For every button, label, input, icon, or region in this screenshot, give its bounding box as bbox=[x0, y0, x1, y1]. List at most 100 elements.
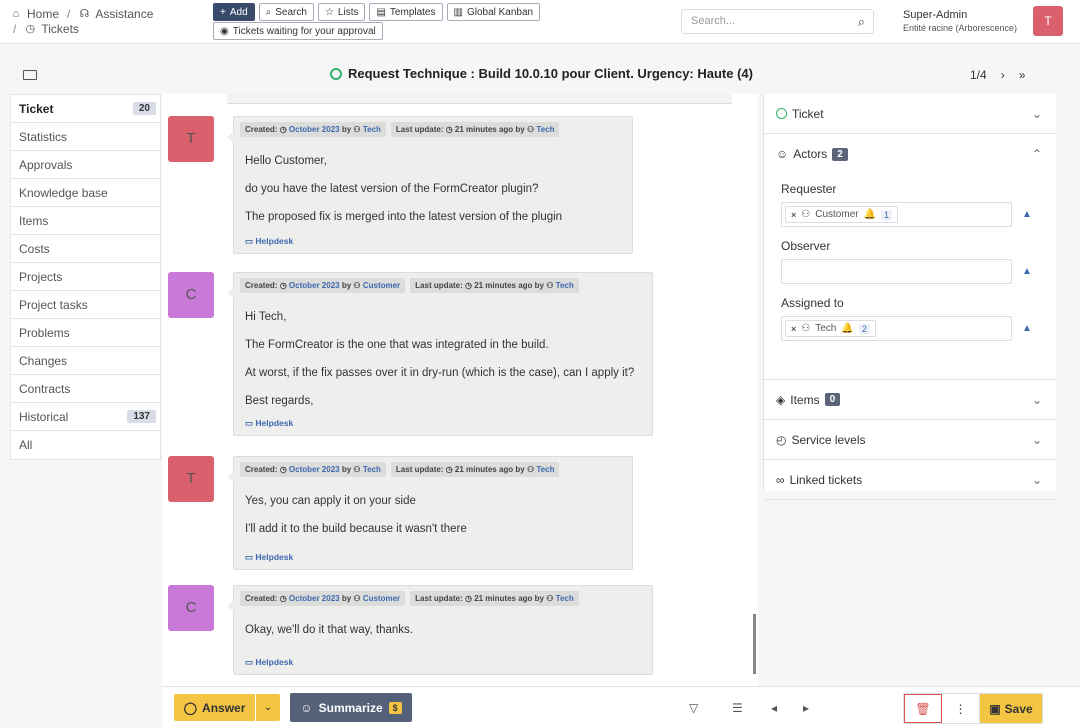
created-label: Created: bbox=[245, 281, 278, 290]
user-avatar[interactable]: T bbox=[1033, 6, 1063, 36]
updater-name[interactable]: Tech bbox=[536, 125, 554, 134]
tab-costs[interactable]: Costs bbox=[11, 235, 160, 263]
pager-position: 1/4 bbox=[970, 68, 987, 82]
bell-icon[interactable]: 🔔 bbox=[841, 323, 853, 334]
accordion-service-levels[interactable]: ◴ Service levels ⌄ bbox=[764, 420, 1056, 460]
assigned-notify-count: 2 bbox=[858, 323, 870, 334]
tab-all[interactable]: All bbox=[11, 431, 160, 459]
timeline-scrollbar[interactable] bbox=[753, 94, 756, 686]
assigned-field[interactable]: × ⚇ Tech 🔔 2 bbox=[781, 316, 1012, 341]
followup-content: Okay, we'll do it that way, thanks. bbox=[234, 606, 652, 644]
request-source-label: Helpdesk bbox=[255, 418, 294, 428]
avatar[interactable]: T bbox=[168, 456, 214, 502]
clock-icon: ◷ bbox=[279, 594, 287, 603]
link-icon: ∞ bbox=[776, 472, 785, 487]
tab-items[interactable]: Items bbox=[11, 207, 160, 235]
by-label: by bbox=[534, 281, 545, 290]
tab-project-tasks[interactable]: Project tasks bbox=[11, 291, 160, 319]
breadcrumb-tickets[interactable]: Tickets bbox=[41, 22, 79, 37]
author-name[interactable]: Customer bbox=[363, 281, 400, 290]
created-tag: Created: ◷ October 2023 by ⚇ Tech bbox=[240, 122, 386, 137]
accordion-items[interactable]: ◈ Items 0 ⌄ bbox=[764, 380, 1056, 420]
template-icon: ▤ bbox=[376, 6, 386, 18]
avatar[interactable]: T bbox=[168, 116, 214, 162]
author-name[interactable]: Customer bbox=[363, 594, 400, 603]
save-button[interactable]: ▣ Save bbox=[980, 694, 1042, 723]
more-actions-button[interactable]: ⋮ bbox=[942, 694, 980, 723]
assign-myself-icon[interactable]: ▲ bbox=[1022, 266, 1032, 277]
followup-bubble[interactable]: Created: ◷ October 2023 by ⚇ Tech Last up… bbox=[227, 116, 633, 254]
last-update-time: 21 minutes ago bbox=[454, 125, 514, 134]
tab-approvals[interactable]: Approvals bbox=[11, 151, 160, 179]
followup-line: I'll add it to the build because it wasn… bbox=[245, 523, 467, 535]
kanban-button[interactable]: ▥ Global Kanban bbox=[446, 3, 541, 21]
user-info[interactable]: Super-Admin Entité racine (Arborescence) bbox=[903, 9, 1017, 35]
breadcrumb-assistance[interactable]: Assistance bbox=[95, 7, 153, 22]
author-name[interactable]: Tech bbox=[363, 465, 381, 474]
assign-myself-icon[interactable]: ▲ bbox=[1022, 209, 1032, 220]
accordion-actors[interactable]: ☺ Actors 2 ⌃ bbox=[764, 134, 1056, 174]
lists-button[interactable]: ☆ Lists bbox=[317, 3, 366, 21]
observer-field[interactable] bbox=[781, 259, 1012, 284]
ticket-timeline: T Created: ◷ October 2023 by ⚇ Tech Last u… bbox=[162, 94, 758, 686]
tab-changes[interactable]: Changes bbox=[11, 347, 160, 375]
collapse-menu-icon[interactable] bbox=[23, 70, 37, 80]
templates-label: Templates bbox=[389, 6, 436, 18]
add-button[interactable]: + Add bbox=[213, 3, 255, 21]
last-update-label: Last update: bbox=[415, 281, 463, 290]
answer-label: Answer bbox=[202, 700, 246, 715]
tab-statistics[interactable]: Statistics bbox=[11, 123, 160, 151]
tab-count-badge: 137 bbox=[127, 410, 156, 423]
previous-arrow-icon[interactable]: ◂ bbox=[771, 701, 777, 715]
answer-button[interactable]: ◯ Answer bbox=[174, 694, 255, 721]
toolbar: + Add ⌕ Search ☆ Lists ▤ Templates ▥ Global K… bbox=[213, 3, 541, 21]
search-icon[interactable]: ⌕ bbox=[858, 14, 865, 30]
last-update-tag: Last update: ◷ 21 minutes ago by ⚇ Tech bbox=[390, 462, 560, 477]
waiting-approval-button[interactable]: ◉ Tickets waiting for your approval bbox=[213, 22, 383, 40]
followup-bubble[interactable]: Created: ◷ October 2023 by ⚇ Tech Last up… bbox=[227, 456, 633, 570]
answer-dropdown-toggle[interactable]: ⌄ bbox=[256, 694, 280, 721]
next-arrow-icon[interactable]: ▸ bbox=[803, 701, 809, 715]
followup-content: Yes, you can apply it on your side I'll a… bbox=[234, 477, 632, 543]
updater-name[interactable]: Tech bbox=[556, 594, 574, 603]
followup-line: Hi Tech, bbox=[245, 311, 287, 323]
updater-name[interactable]: Tech bbox=[556, 281, 574, 290]
user-icon: ⚇ bbox=[353, 594, 361, 603]
breadcrumb-home[interactable]: Home bbox=[27, 7, 59, 22]
remove-icon[interactable]: × bbox=[791, 210, 796, 220]
tab-knowledge-base[interactable]: Knowledge base bbox=[11, 179, 160, 207]
summarize-label: Summarize bbox=[318, 700, 383, 715]
last-icon[interactable]: » bbox=[1019, 68, 1026, 82]
bell-outline-icon[interactable]: 🔔 bbox=[864, 209, 876, 220]
search-button[interactable]: ⌕ Search bbox=[258, 3, 314, 21]
user-icon: ⚇ bbox=[353, 281, 361, 290]
delete-button[interactable]: 🗑 bbox=[904, 694, 942, 723]
followup-bubble[interactable]: Created: ◷ October 2023 by ⚇ Customer Las… bbox=[227, 585, 653, 675]
tab-historical[interactable]: Historical 137 bbox=[11, 403, 160, 431]
assign-myself-icon[interactable]: ▲ bbox=[1022, 323, 1032, 334]
accordion-ticket[interactable]: Ticket ⌄ bbox=[764, 94, 1056, 134]
avatar[interactable]: C bbox=[168, 585, 214, 631]
avatar[interactable]: C bbox=[168, 272, 214, 318]
tab-problems[interactable]: Problems bbox=[11, 319, 160, 347]
updater-name[interactable]: Tech bbox=[536, 465, 554, 474]
followup-bubble[interactable]: Created: ◷ October 2023 by ⚇ Customer Las… bbox=[227, 272, 653, 436]
requester-field[interactable]: × ⚇ Customer 🔔 1 bbox=[781, 202, 1012, 227]
author-name[interactable]: Tech bbox=[363, 125, 381, 134]
inbox-icon: ▭ bbox=[245, 418, 254, 428]
timeline-order-icon[interactable]: ☰ bbox=[732, 701, 743, 715]
breadcrumb-separator: / bbox=[13, 22, 17, 36]
accordion-linked-tickets[interactable]: ∞ Linked tickets ⌄ bbox=[764, 460, 1056, 500]
answer-button-group: ◯ Answer ⌄ bbox=[174, 694, 280, 721]
global-search[interactable]: Search... ⌕ bbox=[681, 9, 874, 34]
next-icon[interactable]: › bbox=[1001, 68, 1005, 82]
summarize-button[interactable]: ☺ Summarize $ bbox=[290, 693, 412, 722]
tab-ticket[interactable]: Ticket 20 bbox=[11, 95, 160, 123]
tab-contracts[interactable]: Contracts bbox=[11, 375, 160, 403]
remove-icon[interactable]: × bbox=[791, 324, 796, 334]
filter-icon[interactable]: ▽ bbox=[689, 701, 698, 715]
templates-button[interactable]: ▤ Templates bbox=[369, 3, 443, 21]
tab-label: Historical bbox=[19, 409, 69, 424]
actors-section: Requester × ⚇ Customer 🔔 1 ▲ Observer ▲ … bbox=[764, 182, 1056, 380]
tab-projects[interactable]: Projects bbox=[11, 263, 160, 291]
